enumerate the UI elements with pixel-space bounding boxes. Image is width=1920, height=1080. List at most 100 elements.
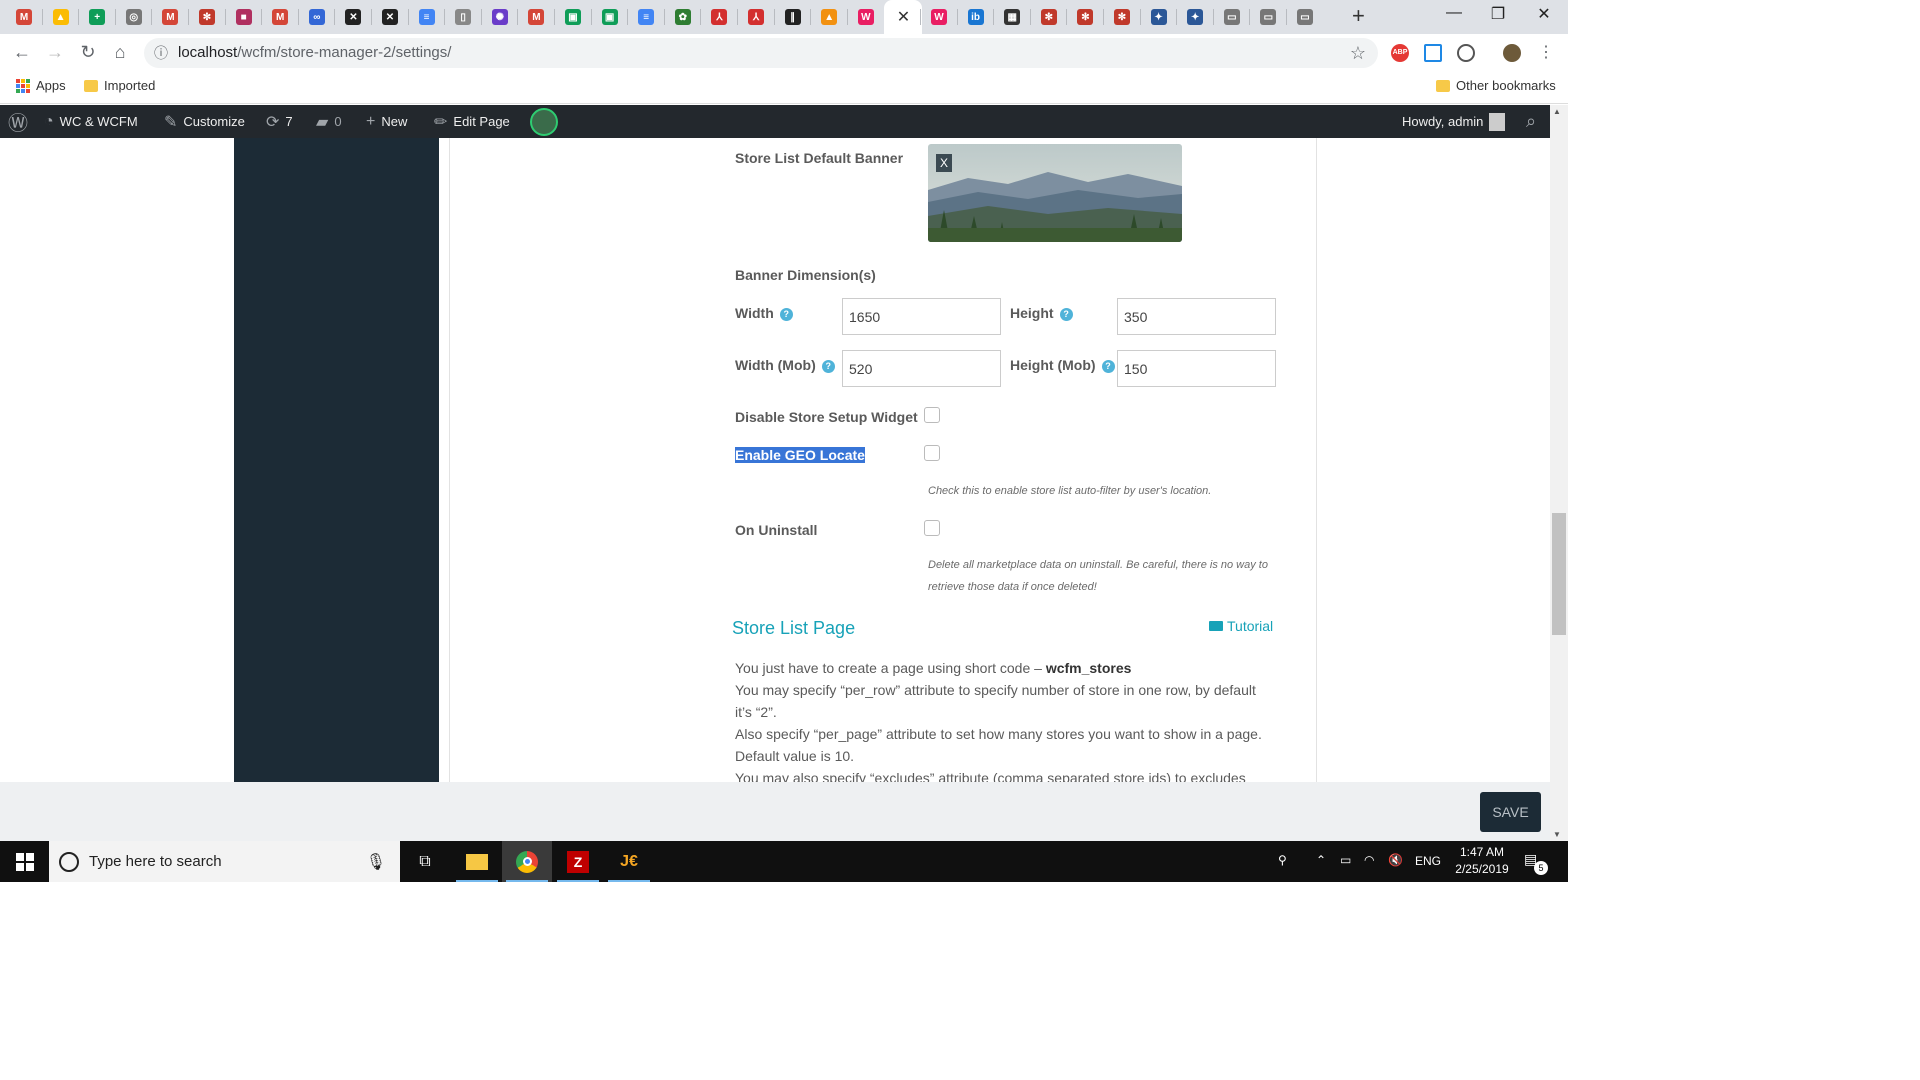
width-mob-input[interactable]: 520	[842, 350, 1001, 387]
help-icon[interactable]: ?	[1101, 359, 1115, 373]
bookmark-apps[interactable]: Apps	[16, 78, 66, 93]
back-icon[interactable]: ←	[10, 42, 34, 63]
help-icon[interactable]: ?	[779, 307, 793, 321]
scroll-up-icon[interactable]: ▲	[1553, 107, 1561, 116]
browser-tab[interactable]: ✦	[1177, 0, 1213, 34]
browser-tab[interactable]: ∥	[775, 0, 811, 34]
address-bar[interactable]: ⓘ localhost/wcfm/store-manager-2/setting…	[144, 38, 1378, 68]
browser-tab[interactable]: M	[152, 0, 188, 34]
browser-tab[interactable]: ✻	[1104, 0, 1140, 34]
reload-icon[interactable]: ↻	[76, 42, 100, 63]
wcfm-store-icon[interactable]	[530, 105, 558, 138]
battery-icon[interactable]: ▭	[1340, 853, 1351, 867]
people-icon[interactable]: ⚲	[1278, 853, 1287, 867]
browser-tab[interactable]: ▭	[1250, 0, 1286, 34]
disable-widget-checkbox[interactable]	[924, 407, 940, 423]
browser-tab[interactable]: W	[921, 0, 957, 34]
show-hidden-icons[interactable]: ⌃	[1316, 853, 1326, 867]
close-window-button[interactable]: ✕	[1524, 4, 1564, 24]
task-view-icon[interactable]: ⧉	[400, 841, 450, 882]
browser-tab[interactable]: ⅄	[701, 0, 737, 34]
browser-tab[interactable]: +	[79, 0, 115, 34]
browser-tab[interactable]: ib	[958, 0, 994, 34]
wp-customize[interactable]: ✎ Customize	[164, 105, 245, 138]
filezilla-icon[interactable]: Z	[553, 841, 603, 882]
language-indicator[interactable]: ENG	[1415, 854, 1441, 868]
browser-tab[interactable]: ∞	[299, 0, 335, 34]
browser-tab[interactable]: ■	[226, 0, 262, 34]
browser-tab[interactable]: ✺	[482, 0, 518, 34]
screenshot-extension-icon[interactable]	[1424, 44, 1442, 62]
height-input[interactable]: 350	[1117, 298, 1276, 335]
wp-edit-page[interactable]: ✏ Edit Page	[434, 105, 510, 138]
wordpress-logo-icon[interactable]: Ⓦ	[8, 105, 28, 138]
wifi-icon[interactable]: ◠	[1364, 853, 1374, 867]
microphone-icon[interactable]: 🎙	[366, 852, 386, 872]
save-button[interactable]: SAVE	[1480, 792, 1541, 832]
bookmark-other[interactable]: Other bookmarks	[1436, 78, 1556, 93]
browser-tab[interactable]: ≡	[628, 0, 664, 34]
browser-tab[interactable]: M	[518, 0, 554, 34]
height-mob-input[interactable]: 150	[1117, 350, 1276, 387]
wp-updates[interactable]: ⟳ 7	[266, 105, 293, 138]
forward-icon[interactable]: →	[43, 42, 67, 63]
jedit-icon[interactable]: J€	[604, 841, 654, 882]
maximize-button[interactable]: ❐	[1478, 4, 1518, 24]
tutorial-link[interactable]: Tutorial	[1209, 618, 1273, 634]
browser-tab[interactable]: ✦	[1141, 0, 1177, 34]
scrollbar-thumb[interactable]	[1552, 513, 1566, 635]
browser-tab[interactable]: ▦	[994, 0, 1030, 34]
wp-new[interactable]: + New	[366, 105, 407, 138]
browser-tab[interactable]: ✻	[1067, 0, 1103, 34]
adblock-icon[interactable]: ABP	[1391, 44, 1409, 62]
browser-tab[interactable]: W	[848, 0, 884, 34]
browser-tab[interactable]: ✿	[665, 0, 701, 34]
browser-tab[interactable]: M	[262, 0, 298, 34]
browser-tab[interactable]: ▣	[555, 0, 591, 34]
windows-start-icon[interactable]	[0, 841, 49, 882]
browser-tab[interactable]: ✕	[372, 0, 408, 34]
close-tab-icon[interactable]: ✕	[897, 7, 910, 27]
help-icon[interactable]: ?	[821, 359, 835, 373]
chrome-taskbar-icon[interactable]	[502, 841, 552, 882]
bookmark-imported[interactable]: Imported	[84, 78, 155, 93]
new-tab-button[interactable]: +	[1352, 5, 1365, 27]
minimize-button[interactable]: —	[1434, 4, 1474, 22]
home-icon[interactable]: ⌂	[108, 42, 132, 63]
wp-search-icon[interactable]: ⌕	[1526, 105, 1536, 138]
clock[interactable]: 1:47 AM 2/25/2019	[1452, 844, 1512, 878]
width-input[interactable]: 1650	[842, 298, 1001, 335]
wp-comments[interactable]: ▰ 0	[316, 105, 342, 138]
taskbar-search-box[interactable]: Type here to search 🎙	[49, 841, 400, 882]
browser-tab[interactable]: ▣	[592, 0, 628, 34]
wp-site-menu[interactable]: ◔ WC & WCFM	[44, 105, 138, 138]
extension-icon[interactable]	[1457, 44, 1475, 62]
scroll-down-icon[interactable]: ▼	[1553, 830, 1561, 839]
active-browser-tab[interactable]: ✕	[884, 0, 923, 34]
uninstall-checkbox[interactable]	[924, 520, 940, 536]
action-center-icon[interactable]: ▤ 5	[1524, 851, 1548, 875]
wp-account-menu[interactable]: Howdy, admin	[1402, 105, 1506, 138]
browser-tab[interactable]: M	[6, 0, 42, 34]
volume-icon[interactable]: 🔇	[1388, 853, 1403, 867]
info-icon[interactable]: ⓘ	[154, 38, 168, 68]
browser-tab[interactable]: ▭	[1287, 0, 1323, 34]
remove-banner-button[interactable]: X	[936, 154, 952, 172]
browser-tab[interactable]: ≡	[409, 0, 445, 34]
bookmark-star-icon[interactable]: ☆	[1350, 38, 1366, 68]
page-scrollbar[interactable]: ▲ ▼	[1550, 105, 1568, 841]
browser-tab[interactable]: ▲	[811, 0, 847, 34]
help-icon[interactable]: ?	[1059, 307, 1073, 321]
geo-locate-checkbox[interactable]	[924, 445, 940, 461]
browser-tab[interactable]: ▭	[1214, 0, 1250, 34]
store-list-banner-image[interactable]: X	[928, 144, 1182, 242]
browser-tab[interactable]: ▯	[445, 0, 481, 34]
browser-tab[interactable]: ✻	[189, 0, 225, 34]
file-explorer-icon[interactable]	[452, 841, 502, 882]
browser-tab[interactable]: ✕	[335, 0, 371, 34]
browser-tab[interactable]: ▲	[43, 0, 79, 34]
browser-tab[interactable]: ⅄	[738, 0, 774, 34]
profile-avatar[interactable]	[1503, 44, 1521, 62]
browser-tab[interactable]: ◎	[116, 0, 152, 34]
browser-tab[interactable]: ✻	[1031, 0, 1067, 34]
